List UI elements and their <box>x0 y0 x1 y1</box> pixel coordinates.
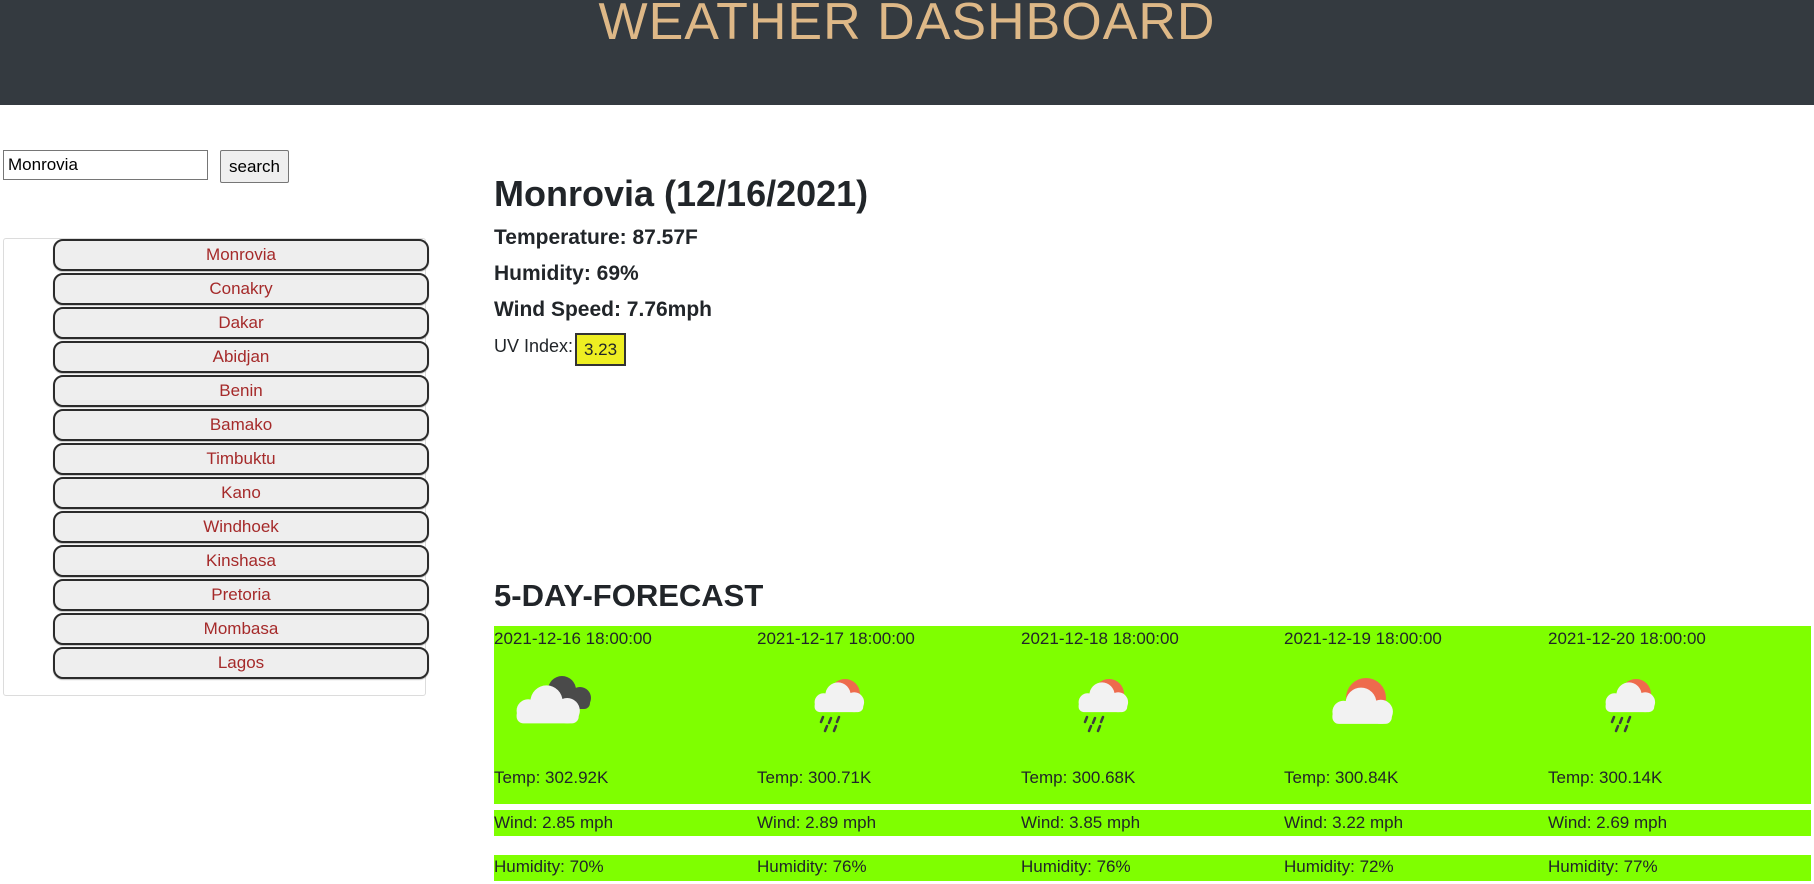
page-title: WEATHER DASHBOARD <box>598 0 1216 51</box>
history-city-button[interactable]: Kinshasa <box>53 545 429 577</box>
current-wind-speed: Wind Speed: 7.76mph <box>494 298 713 321</box>
search-history-list: Monrovia Conakry Dakar Abidjan Benin Bamako Ti… <box>3 238 429 696</box>
light-rain-icon <box>1053 672 1143 738</box>
forecast-date: 2021-12-20 18:00:00 <box>1548 629 1706 648</box>
uv-index-badge: 3.23 <box>575 333 626 366</box>
forecast-wind: Wind: 2.69 mph <box>1548 813 1668 832</box>
history-city-button[interactable]: Abidjan <box>53 341 429 373</box>
history-city-button[interactable]: Conakry <box>53 273 429 305</box>
forecast-wind: Wind: 3.85 mph <box>1021 813 1141 832</box>
history-city-button[interactable]: Pretoria <box>53 579 429 611</box>
light-rain-icon <box>789 672 879 738</box>
forecast-wind: Wind: 2.89 mph <box>757 813 877 832</box>
history-city-button[interactable]: Monrovia <box>53 239 429 271</box>
light-rain-icon <box>1580 672 1670 738</box>
forecast-temp: Temp: 300.71K <box>757 768 872 787</box>
forecast-temp: Temp: 302.92K <box>494 768 609 787</box>
partly-cloudy-icon <box>1316 672 1406 738</box>
broken-clouds-icon <box>504 672 594 738</box>
history-city-button[interactable]: Lagos <box>53 647 429 679</box>
forecast-wind: Wind: 3.22 mph <box>1284 813 1404 832</box>
forecast-humidity: Humidity: 76% <box>757 857 867 876</box>
current-city-title: Monrovia (12/16/2021) <box>494 173 869 214</box>
forecast-temp: Temp: 300.68K <box>1021 768 1136 787</box>
forecast-date: 2021-12-19 18:00:00 <box>1284 629 1442 648</box>
history-city-button[interactable]: Mombasa <box>53 613 429 645</box>
forecast-humidity: Humidity: 77% <box>1548 857 1658 876</box>
forecast-humidity: Humidity: 70% <box>494 857 604 876</box>
forecast-date: 2021-12-17 18:00:00 <box>757 629 915 648</box>
history-city-button[interactable]: Timbuktu <box>53 443 429 475</box>
forecast-temp: Temp: 300.14K <box>1548 768 1663 787</box>
search-input[interactable] <box>3 150 208 180</box>
page-header: WEATHER DASHBOARD <box>0 0 1814 105</box>
forecast-humidity: Humidity: 76% <box>1021 857 1131 876</box>
forecast-temp: Temp: 300.84K <box>1284 768 1399 787</box>
forecast-humidity: Humidity: 72% <box>1284 857 1394 876</box>
history-city-button[interactable]: Benin <box>53 375 429 407</box>
current-humidity: Humidity: 69% <box>494 262 639 285</box>
history-city-button[interactable]: Kano <box>53 477 429 509</box>
current-temperature: Temperature: 87.57F <box>494 226 698 249</box>
forecast-date: 2021-12-18 18:00:00 <box>1021 629 1179 648</box>
search-button[interactable]: search <box>220 150 289 183</box>
forecast-wind: Wind: 2.85 mph <box>494 813 614 832</box>
uv-index-label: UV Index: <box>494 336 574 356</box>
forecast-title: 5-DAY-FORECAST <box>494 578 764 613</box>
history-city-button[interactable]: Bamako <box>53 409 429 441</box>
history-city-button[interactable]: Dakar <box>53 307 429 339</box>
history-city-button[interactable]: Windhoek <box>53 511 429 543</box>
forecast-date: 2021-12-16 18:00:00 <box>494 629 652 648</box>
